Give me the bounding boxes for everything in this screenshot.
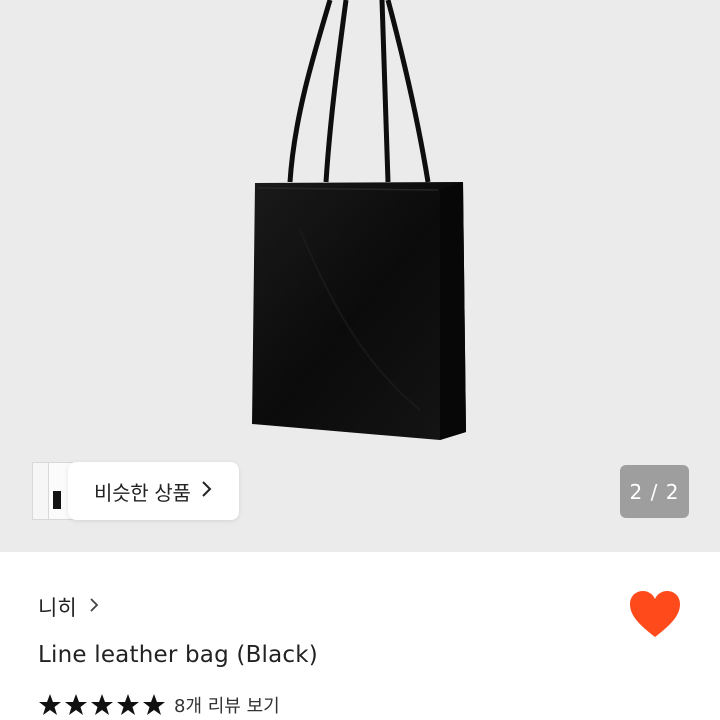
shop-link[interactable]: 니히 bbox=[38, 592, 99, 622]
heart-icon bbox=[630, 591, 680, 637]
favorite-button[interactable] bbox=[628, 590, 682, 640]
similar-products-label: 비슷한 상품 bbox=[94, 480, 191, 505]
star-icon bbox=[65, 694, 87, 715]
product-info: 니히 Line leather bag (Black) 8개 리뷰 보기 bbox=[0, 552, 720, 720]
product-title: Line leather bag (Black) bbox=[38, 642, 318, 668]
chevron-right-icon bbox=[89, 597, 99, 618]
review-count-link: 8개 리뷰 보기 bbox=[174, 696, 280, 717]
star-icon bbox=[39, 694, 61, 715]
similar-products-button[interactable]: 비슷한 상품 bbox=[68, 462, 239, 520]
image-page-indicator: 2 / 2 bbox=[620, 465, 689, 518]
star-icon bbox=[143, 694, 165, 715]
rating-reviews-link[interactable]: 8개 리뷰 보기 bbox=[38, 692, 280, 718]
star-icon bbox=[117, 694, 139, 715]
product-image-gallery[interactable]: 비슷한 상품 2 / 2 bbox=[0, 0, 720, 552]
thumbnail-bag-image bbox=[53, 491, 61, 509]
similar-products-chip[interactable]: 비슷한 상품 bbox=[32, 462, 239, 520]
chevron-right-icon bbox=[201, 480, 213, 503]
star-icon bbox=[91, 694, 113, 715]
shop-name: 니히 bbox=[38, 596, 77, 620]
